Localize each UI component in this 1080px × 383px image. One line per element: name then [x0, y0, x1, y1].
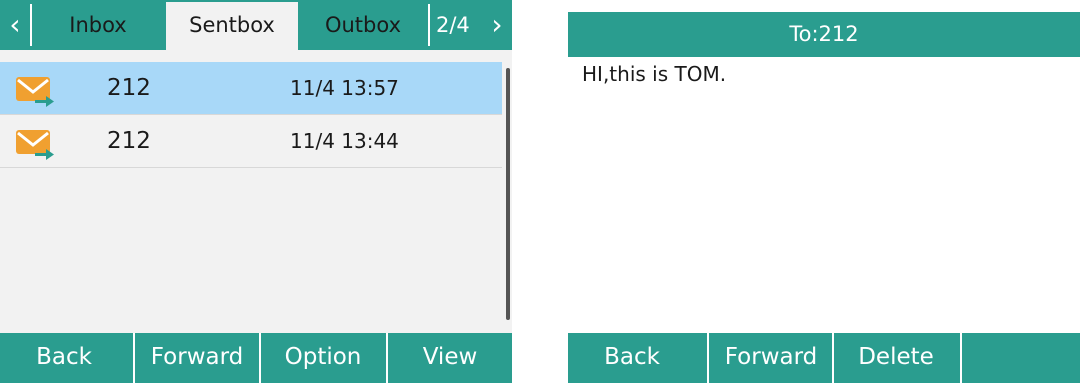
empty-softkey[interactable]: [960, 333, 1080, 383]
delete-button[interactable]: Delete: [832, 333, 960, 383]
recipient-title: To:212: [568, 12, 1080, 57]
message-time: 11/4 13:44: [290, 129, 399, 153]
tab-divider: [428, 4, 430, 46]
message-number: 212: [107, 128, 151, 154]
scrollbar[interactable]: [506, 68, 510, 320]
tab-bar: ‹ Inbox Sentbox Outbox 2/4 ›: [0, 0, 512, 50]
softkey-bar: Back Forward Delete: [568, 333, 1080, 383]
list-item[interactable]: 212 11/4 13:44: [0, 115, 502, 168]
message-time: 11/4 13:57: [290, 76, 399, 100]
chevron-right-icon[interactable]: ›: [482, 0, 512, 50]
forward-button[interactable]: Forward: [133, 333, 261, 383]
sent-mail-icon: [16, 130, 54, 160]
message-view-screen: To:212 HI,this is TOM. Back Forward Dele…: [568, 0, 1080, 383]
tab-outbox[interactable]: Outbox: [300, 0, 426, 50]
message-list: 212 11/4 13:57 212 11/4 13:44: [0, 62, 502, 168]
option-button[interactable]: Option: [259, 333, 387, 383]
back-button[interactable]: Back: [0, 333, 128, 383]
message-body: HI,this is TOM.: [582, 62, 727, 86]
sentbox-screen: ‹ Inbox Sentbox Outbox 2/4 › 212 11/4 13…: [0, 0, 512, 383]
page-indicator: 2/4: [436, 13, 470, 37]
view-button[interactable]: View: [386, 333, 512, 383]
message-number: 212: [107, 75, 151, 101]
tab-inbox[interactable]: Inbox: [32, 0, 164, 50]
chevron-left-icon[interactable]: ‹: [0, 0, 30, 50]
list-item[interactable]: 212 11/4 13:57: [0, 62, 502, 115]
tab-sentbox[interactable]: Sentbox: [166, 2, 298, 50]
softkey-bar: Back Forward Option View: [0, 333, 512, 383]
forward-button[interactable]: Forward: [707, 333, 835, 383]
sent-mail-icon: [16, 77, 54, 107]
back-button[interactable]: Back: [568, 333, 696, 383]
